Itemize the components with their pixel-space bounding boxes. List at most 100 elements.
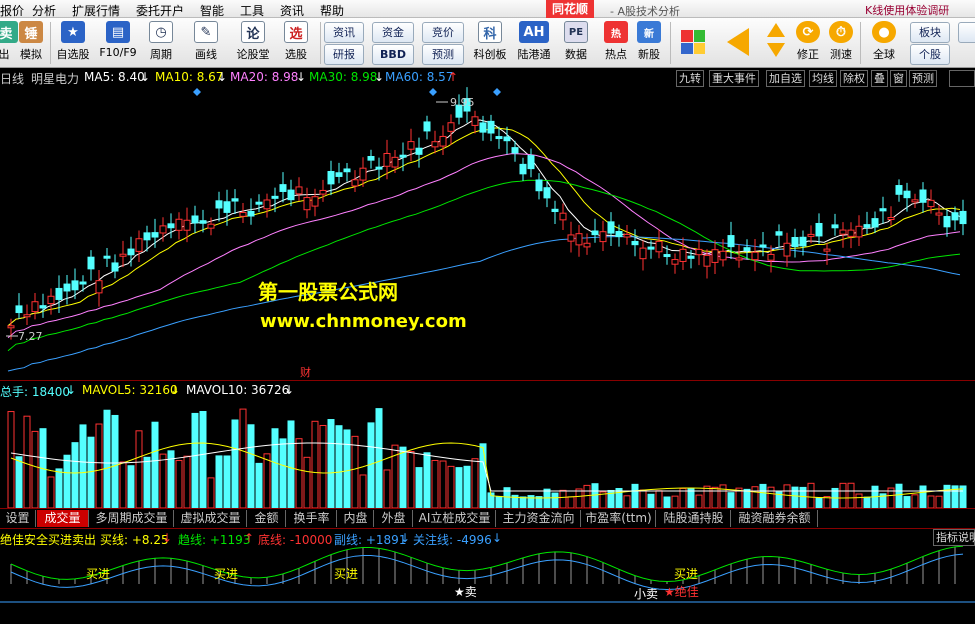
research-button[interactable]: 研报	[324, 44, 364, 65]
tab-virtual-volume[interactable]: 虚拟成交量	[175, 510, 247, 527]
candle-body	[655, 240, 663, 253]
menu-item-tools[interactable]: 工具	[240, 2, 264, 19]
candle-body	[191, 215, 199, 224]
overflow-button[interactable]	[958, 22, 975, 43]
volume-bar	[111, 414, 119, 509]
menu-item-smart[interactable]: 智能	[200, 2, 224, 19]
forum-button[interactable]: 论论股堂	[232, 20, 274, 66]
candle-body	[223, 201, 231, 213]
up-down-button[interactable]	[762, 20, 790, 66]
stock-connect-button[interactable]: AH 陆港通	[514, 20, 554, 66]
single-stock-button[interactable]: 个股	[910, 44, 950, 65]
tab-outer-volume[interactable]: 外盘	[375, 510, 413, 527]
candle-body	[15, 305, 23, 314]
indicator-info-bar: 绝佳安全买进卖出 买线: +8.25 ↓ 趋线: +1193 ↑ 底线: -10…	[0, 528, 975, 547]
mavol10-down-icon: ↓	[284, 383, 295, 397]
stock-picker-button[interactable]: 选选股	[278, 20, 314, 66]
speed-test-button[interactable]: ⏱ 测速	[826, 20, 856, 66]
tab-volume[interactable]: 成交量	[37, 510, 89, 527]
volume-chart[interactable]	[0, 398, 975, 509]
news-button[interactable]: 资讯	[324, 22, 364, 43]
menu-item-help[interactable]: 帮助	[320, 2, 344, 19]
hotspot-button[interactable]: 热热点	[598, 20, 634, 66]
tab-amount[interactable]: 金额	[248, 510, 286, 527]
candle-body	[343, 168, 351, 173]
tab-ai-volume[interactable]: AI立桩成交量	[414, 510, 496, 527]
period-button[interactable]: ◷ 周期	[143, 20, 179, 66]
forum-label: 论股堂	[236, 48, 270, 61]
forecast-panel-button[interactable]: 预测	[909, 70, 937, 87]
candle-body	[807, 233, 815, 237]
volume-bar	[135, 430, 143, 509]
candle-body	[711, 249, 719, 263]
tab-margin-balance[interactable]: 融资融券余额	[732, 510, 818, 527]
tab-turnover[interactable]: 换手率	[287, 510, 337, 527]
candle-body	[799, 236, 807, 247]
candle-body	[87, 256, 95, 270]
menu-item-analysis[interactable]: 分析	[32, 2, 56, 19]
nine-turn-button[interactable]: 九转	[676, 70, 704, 87]
indicator-explain-button[interactable]: 指标说明	[933, 529, 975, 546]
tab-multi-period-volume[interactable]: 多周期成交量	[90, 510, 174, 527]
tab-stock-connect-holding[interactable]: 陆股通持股	[657, 510, 731, 527]
overlay-button[interactable]: 叠	[871, 70, 888, 87]
volume-bar	[431, 459, 439, 509]
candle-body	[623, 233, 631, 238]
volume-bar	[159, 453, 167, 509]
volume-bar	[591, 483, 599, 509]
candle-body	[839, 229, 847, 235]
bbd-button[interactable]: BBD	[372, 44, 414, 65]
auction-button[interactable]: 竞价	[422, 22, 464, 43]
star-market-button[interactable]: 科科创板	[470, 20, 510, 66]
correct-button[interactable]: ⟳ 修正	[792, 20, 824, 66]
data-button[interactable]: PE 数据	[558, 20, 594, 66]
volume-bar	[895, 483, 903, 509]
draw-line-button[interactable]: ✎ 画线	[186, 20, 226, 66]
sell-button[interactable]: 卖出	[0, 20, 18, 66]
candle-body	[543, 187, 551, 199]
f10-button[interactable]: ▤ F10/F9	[97, 20, 139, 66]
candle-body	[367, 156, 375, 161]
window-button[interactable]: 窗	[890, 70, 907, 87]
tab-pe-ttm[interactable]: 市盈率(ttm)	[582, 510, 656, 527]
candle-body	[775, 231, 783, 236]
menu-item-ext-quote[interactable]: 扩展行情	[72, 2, 120, 19]
ma30-value: MA30: 8.98	[309, 70, 378, 84]
kline-chart[interactable]: 9.95 7.27 财 第一股票公式网 www.chnmoney.com	[0, 86, 975, 379]
survey-link[interactable]: K线使用体验调研	[865, 2, 949, 18]
moving-average-button[interactable]: 均线	[809, 70, 837, 87]
volume-bar	[791, 486, 799, 509]
event-diamond-icon	[493, 88, 501, 96]
tab-main-fund-flow[interactable]: 主力资金流向	[497, 510, 581, 527]
back-button[interactable]	[720, 20, 756, 66]
major-events-button[interactable]: 重大事件	[709, 70, 759, 87]
candle-body	[431, 141, 439, 148]
capital-button[interactable]: 资金	[372, 22, 414, 43]
tab-inner-volume[interactable]: 内盘	[338, 510, 374, 527]
ma10-value: MA10: 8.67	[155, 70, 224, 84]
volume-bar	[447, 465, 455, 509]
global-button[interactable]: ● 全球	[864, 20, 904, 66]
ma20-down-icon: ↓	[296, 70, 307, 84]
menu-item-quote[interactable]: 报价	[0, 2, 24, 19]
watchlist-button[interactable]: ★ 自选股	[53, 20, 93, 66]
indicator-chart[interactable]: 买进 买进 买进 买进 ★卖 小卖 ★绝佳	[0, 545, 975, 621]
add-watchlist-button[interactable]: 加自选	[766, 70, 805, 87]
sector-button[interactable]: 板块	[910, 22, 950, 43]
candle-body	[719, 250, 727, 261]
forecast-button[interactable]: 预测	[422, 44, 464, 65]
ex-rights-button[interactable]: 除权	[840, 70, 868, 87]
tab-settings[interactable]: 设置	[0, 510, 36, 527]
panel-toggle-button[interactable]	[949, 70, 975, 87]
menu-item-trade[interactable]: 委托开户	[136, 2, 184, 19]
layout-button[interactable]	[676, 20, 710, 66]
menu-item-news[interactable]: 资讯	[280, 2, 304, 19]
ma60-value: MA60: 8.57	[385, 70, 454, 84]
new-stock-button[interactable]: 新新股	[634, 20, 664, 66]
candle-body	[47, 295, 55, 305]
candle-body	[175, 218, 183, 231]
simulate-button[interactable]: 锤模拟	[16, 20, 46, 66]
volume-bar	[455, 467, 463, 509]
candle-body	[167, 223, 175, 229]
correct-label: 修正	[797, 48, 819, 61]
